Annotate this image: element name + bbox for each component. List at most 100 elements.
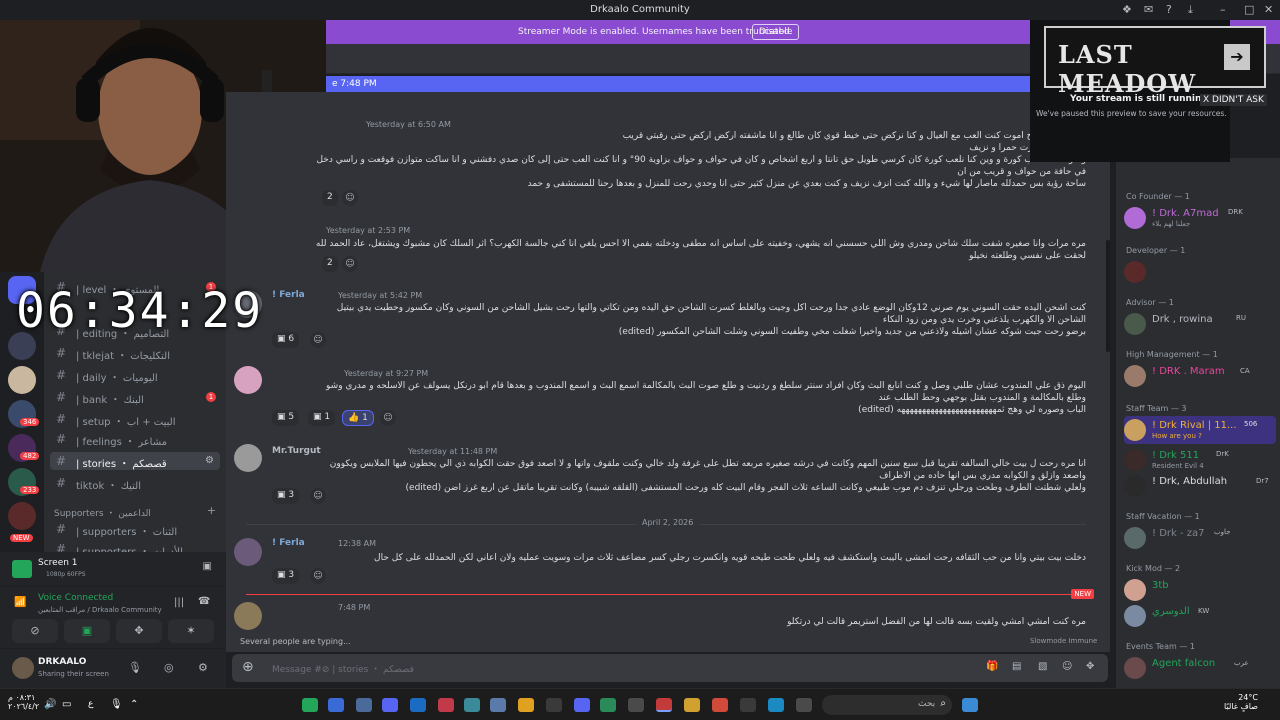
taskbar-app-icon[interactable] (438, 698, 454, 712)
channel-supporters[interactable]: # | supporters ・ الثنات (50, 520, 220, 538)
nitro-icon[interactable]: ❖ (1122, 3, 1132, 16)
reaction[interactable]: 2 (322, 190, 338, 206)
signal-icon[interactable]: 📶 (14, 597, 26, 608)
add-reaction-icon[interactable]: ☺ (310, 488, 326, 504)
member-item[interactable]: ! Drk - za7 جاوب (1124, 524, 1276, 552)
disable-streamer-mode-button[interactable]: Disable (752, 24, 800, 40)
avatar[interactable] (234, 366, 262, 394)
download-icon[interactable]: ⤓ (1188, 3, 1193, 17)
avatar[interactable] (12, 657, 34, 679)
start-icon[interactable] (962, 698, 978, 712)
camera-off-icon[interactable]: ⊘ (12, 619, 58, 643)
member-item[interactable] (1124, 258, 1276, 286)
clock[interactable]: ٠٨:٣١ م ٢٠٢٦/٤/٢ (8, 693, 39, 711)
taskbar-app-icon[interactable] (546, 698, 562, 712)
reaction[interactable]: ▣ 3 (272, 488, 300, 504)
taskbar-app-icon[interactable] (740, 698, 756, 712)
game-logo[interactable]: LAST MEADOW ➔ (1044, 26, 1266, 98)
help-icon[interactable]: ? (1166, 3, 1172, 16)
member-item[interactable]: ! Drk. A7mad DRK جعلنا لهم بلاء (1124, 204, 1276, 232)
add-reaction-icon[interactable]: ☺ (380, 410, 396, 426)
network-icon[interactable]: ▭ (62, 699, 71, 710)
screen-share-icon[interactable]: ▣ (64, 619, 110, 643)
headphones-icon[interactable]: ◎ (164, 661, 174, 674)
soundboard-icon[interactable]: ✶ (168, 619, 214, 643)
taskbar-app-icon[interactable] (712, 698, 728, 712)
chevron-up-icon[interactable]: ⌃ (130, 699, 138, 710)
taskbar-app-icon[interactable] (600, 698, 616, 712)
add-reaction-icon[interactable]: ☺ (310, 332, 326, 348)
reaction[interactable]: ▣ 1 (308, 410, 336, 426)
member-item[interactable]: ! Drk, Abdullah Dr7 (1124, 472, 1276, 500)
settings-icon[interactable]: ⚙ (205, 455, 214, 466)
channel-supporters-2[interactable]: # | supporters ・ الأدوات (50, 540, 220, 552)
message-author[interactable]: ! Ferla (272, 538, 305, 548)
new-messages-bar[interactable]: e 7:48 PM (326, 76, 1052, 92)
message-composer[interactable]: ⊕ Message #⊘ | stories ・ قصصكم 🎁 ▤ ▧ ☺ ✥ (232, 654, 1108, 682)
add-reaction-icon[interactable]: ☺ (342, 256, 358, 272)
avatar[interactable] (234, 602, 262, 630)
taskbar-app-icon[interactable] (410, 698, 426, 712)
avatar[interactable] (234, 444, 262, 472)
discord-icon[interactable] (574, 698, 590, 712)
taskbar-app-icon[interactable] (464, 698, 480, 712)
mic-tray-icon[interactable]: 🎙 (110, 699, 123, 710)
channel-bank[interactable]: # | bank ・ البنك 1 (50, 388, 220, 406)
taskbar-app-icon[interactable] (796, 698, 812, 712)
avatar[interactable] (234, 538, 262, 566)
gif-icon[interactable]: ▤ (1012, 661, 1021, 672)
channel-feelings[interactable]: # | feelings ・ مشاعر (50, 430, 220, 448)
emoji-icon[interactable]: ☺ (1062, 661, 1072, 672)
reaction[interactable]: ▣ 6 (272, 332, 300, 348)
message-author[interactable]: ! Ferla (272, 290, 305, 300)
weather-widget[interactable]: 24°C صافٍ غالبًا (1224, 693, 1258, 711)
volume-icon[interactable]: 🔊 (44, 699, 56, 710)
reaction[interactable]: ▣ 5 (272, 410, 300, 426)
member-item[interactable]: 3tb (1124, 576, 1276, 604)
screen-share-panel[interactable]: Screen 1 1080p 60FPS ▣ (0, 552, 226, 586)
chat-scrollbar[interactable] (1106, 240, 1110, 352)
category-supporters[interactable]: Supporters ・ الداعمين (54, 506, 151, 519)
voice-channel[interactable]: مراقب المتابعين / Drkaalo Community (38, 606, 162, 614)
message-author[interactable]: Mr.Turgut (272, 446, 321, 456)
server-icon[interactable] (8, 366, 36, 394)
edge-icon[interactable] (768, 698, 784, 712)
add-channel-icon[interactable]: + (207, 504, 216, 517)
member-item[interactable]: الدوسري KW (1124, 602, 1276, 630)
close-icon[interactable]: ✕ (1264, 3, 1273, 16)
user-settings-icon[interactable]: ⚙ (198, 661, 208, 674)
member-item[interactable]: ! DRK . Maram CA (1124, 362, 1276, 390)
add-reaction-icon[interactable]: ☺ (342, 190, 358, 206)
member-item[interactable]: Drk , rowina RU (1124, 310, 1276, 338)
taskbar-app-icon[interactable] (382, 698, 398, 712)
gift-icon[interactable]: 🎁 (986, 661, 998, 672)
activities-icon[interactable]: ✥ (116, 619, 162, 643)
sticker-icon[interactable]: ▧ (1038, 661, 1047, 672)
maximize-icon[interactable]: □ (1244, 3, 1254, 16)
microphone-icon[interactable]: 🎙 (128, 661, 142, 674)
taskbar-app-icon[interactable] (356, 698, 372, 712)
dismiss-preview-button[interactable]: X DIDN'T ASK (1200, 94, 1267, 106)
stop-stream-icon[interactable]: ▣ (203, 561, 212, 572)
channel-daily[interactable]: # | daily ・ اليوميات (50, 366, 220, 384)
taskbar-app-icon[interactable] (628, 698, 644, 712)
add-reaction-icon[interactable]: ☺ (310, 568, 326, 584)
taskbar-app-icon[interactable] (328, 698, 344, 712)
server-icon[interactable] (8, 502, 36, 530)
channel-tklejat[interactable]: # | tklejat ・ التكليجات (50, 344, 220, 362)
member-item[interactable]: Agent falcon عرب (1124, 654, 1276, 682)
member-item[interactable]: ! Drk Rival | 11... 506 How are you ? (1124, 416, 1276, 444)
channel-tiktok[interactable]: # tiktok ・ التيك (50, 474, 220, 492)
taskbar-app-icon[interactable] (302, 698, 318, 712)
language-icon[interactable]: ع (88, 699, 93, 709)
taskbar-search[interactable]: بحث ⌕ (822, 695, 952, 715)
message-list[interactable]: Yesterday at 6:50 AM انا مرة كنت راح امو… (226, 92, 1110, 652)
reaction-thumbs-up[interactable]: 👍 1 (342, 410, 374, 426)
reaction[interactable]: ▣ 3 (272, 568, 300, 584)
channel-setup[interactable]: # | setup ・ البيت + اب (50, 410, 220, 428)
reaction[interactable]: 2 (322, 256, 338, 272)
channel-stories[interactable]: # | stories ・ قصصكم ⚙ (50, 452, 220, 470)
message-input[interactable]: Message #⊘ | stories ・ قصصكم (272, 662, 414, 675)
add-attachment-icon[interactable]: ⊕ (242, 659, 256, 675)
chrome-icon[interactable] (518, 698, 534, 712)
